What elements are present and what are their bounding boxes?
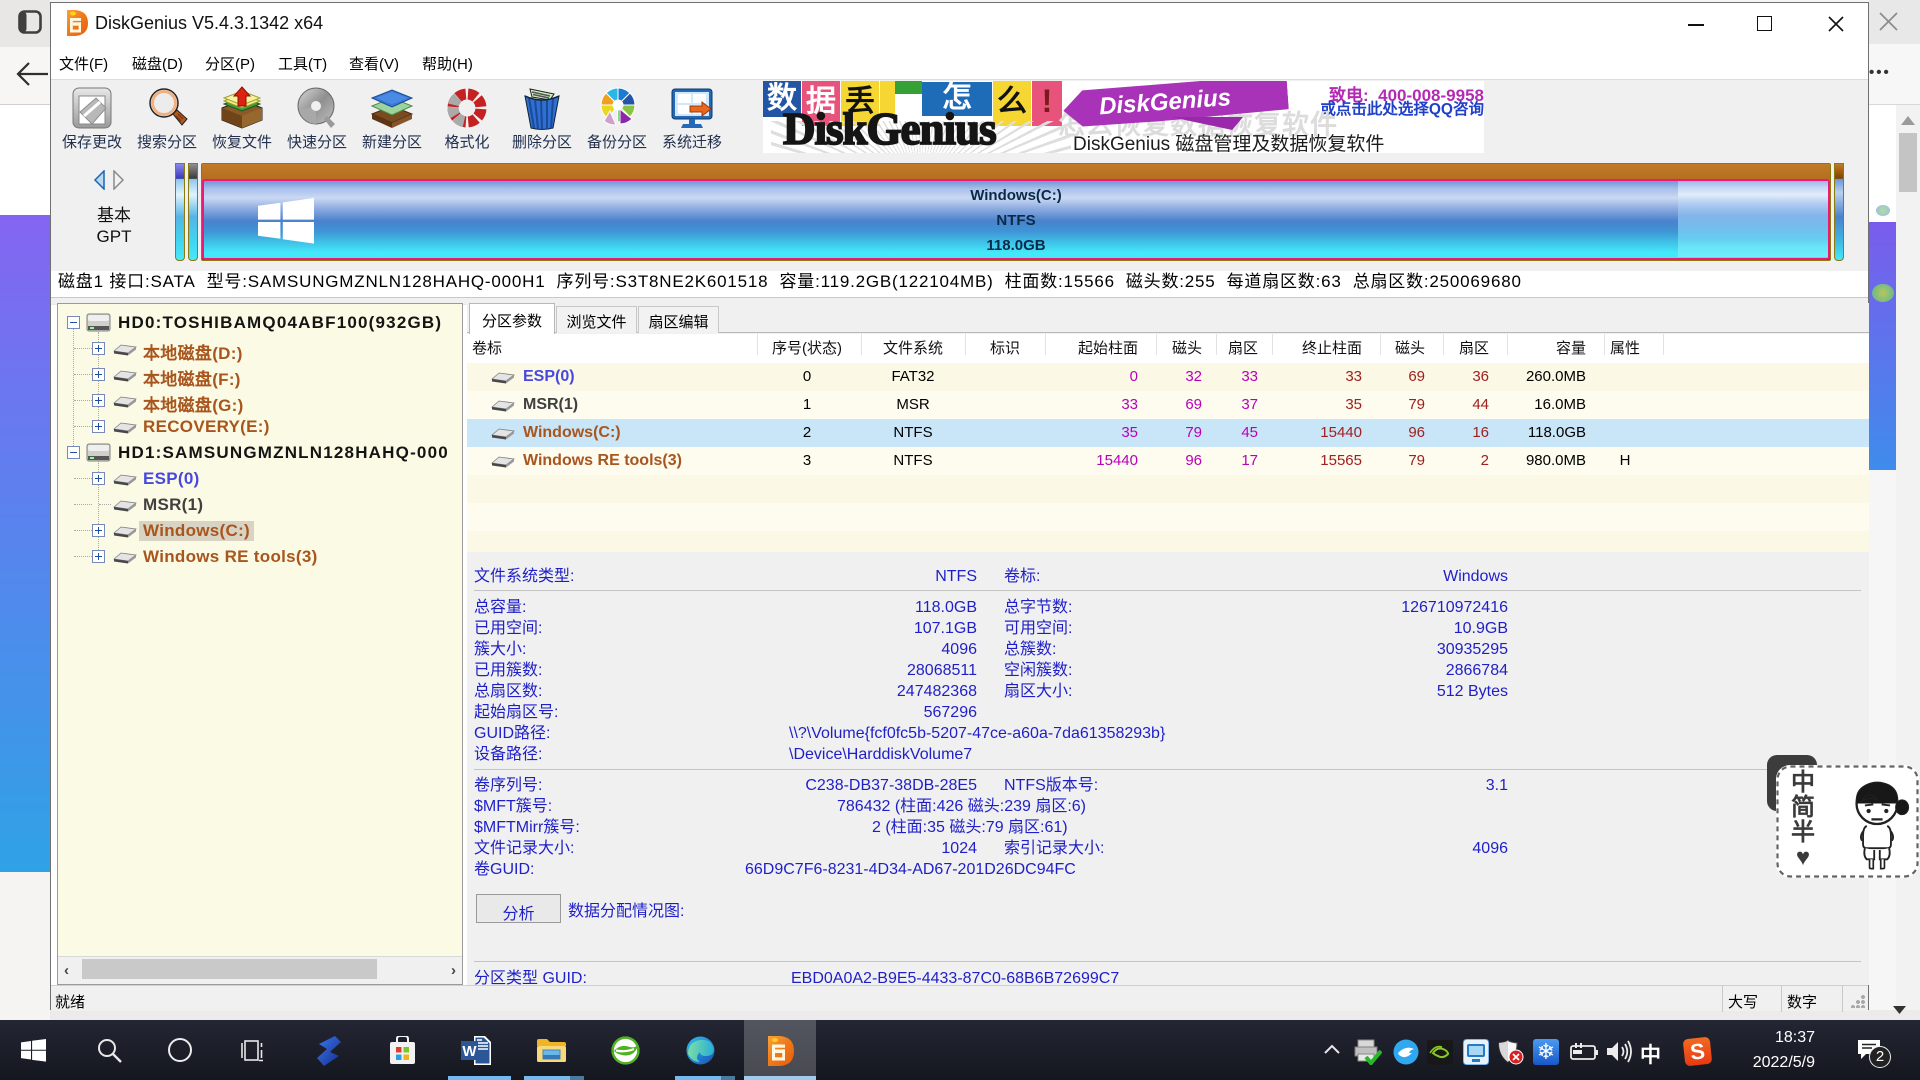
svg-text:W: W	[462, 1043, 477, 1060]
